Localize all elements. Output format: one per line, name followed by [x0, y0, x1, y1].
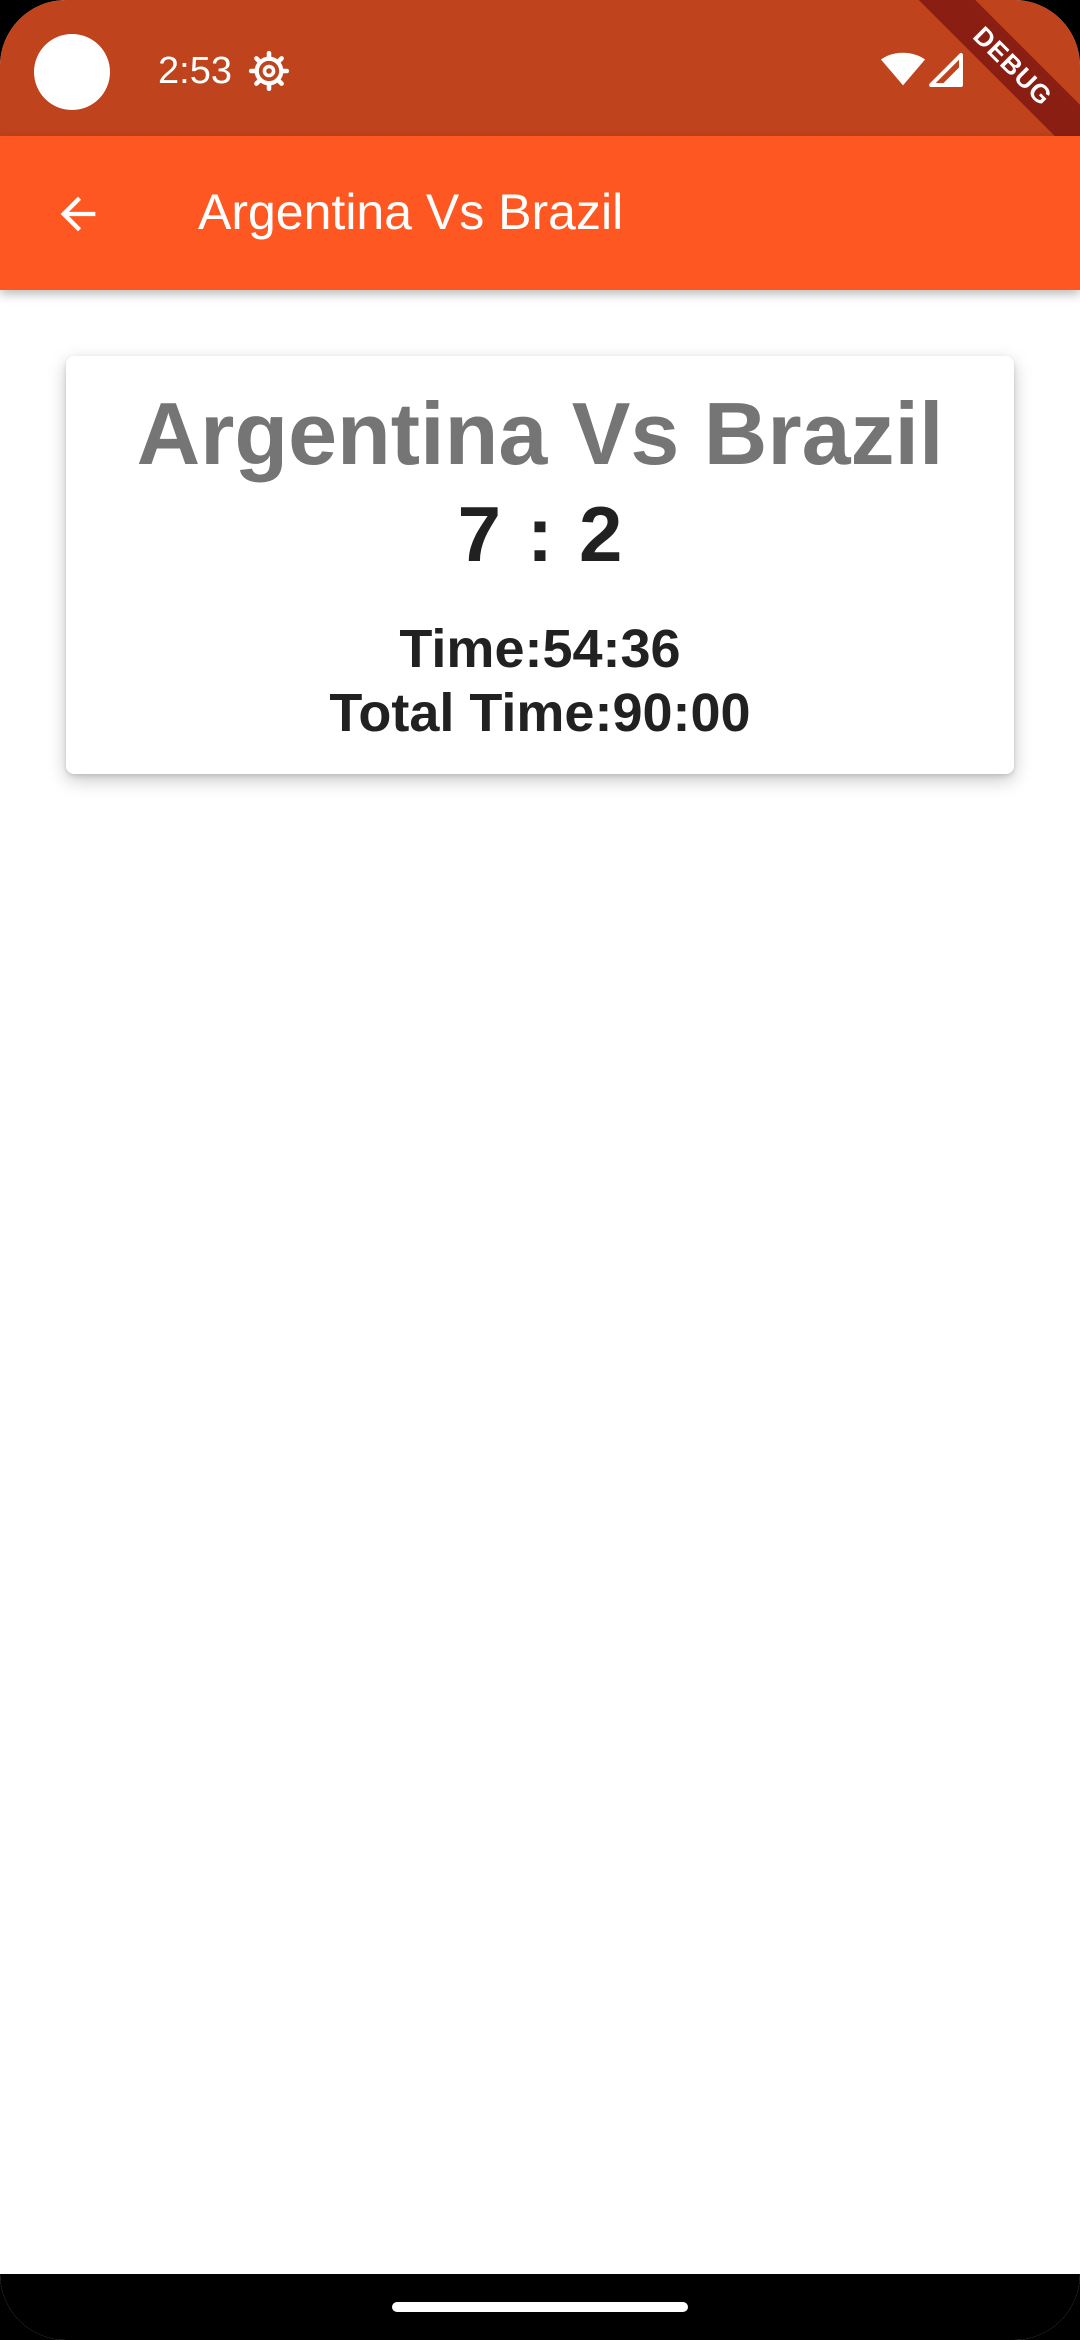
app-bar-title: Argentina Vs Brazil: [198, 184, 624, 240]
status-time: 2:53: [158, 50, 232, 92]
home-score: 7: [457, 490, 501, 578]
gear-icon: [248, 50, 290, 92]
status-bar: 2:53: [0, 0, 1080, 136]
signal-icon: [929, 53, 963, 87]
system-navigation-bar: [0, 2274, 1080, 2340]
score-card: Argentina Vs Brazil 7:2 Time:54:36 Total…: [66, 356, 1014, 774]
elapsed-time: Time:54:36: [399, 619, 681, 679]
home-indicator[interactable]: [392, 2302, 688, 2312]
away-score: 2: [578, 490, 623, 578]
phone-screen: 2:53 DEBUG Argentina Vs Brazil Argentina…: [0, 0, 1080, 2340]
page-content: Argentina Vs Brazil 7:2 Time:54:36 Total…: [0, 290, 1080, 2274]
score-line: 7:2: [66, 488, 1014, 580]
back-button[interactable]: [36, 172, 120, 256]
wifi-icon: [880, 52, 926, 86]
arrow-back-icon: [60, 196, 96, 232]
total-time: Total Time:90:00: [329, 683, 751, 743]
match-title: Argentina Vs Brazil: [136, 384, 944, 483]
app-bar: Argentina Vs Brazil: [0, 136, 1080, 290]
score-separator: :: [527, 490, 553, 578]
camera-cutout: [34, 34, 110, 110]
